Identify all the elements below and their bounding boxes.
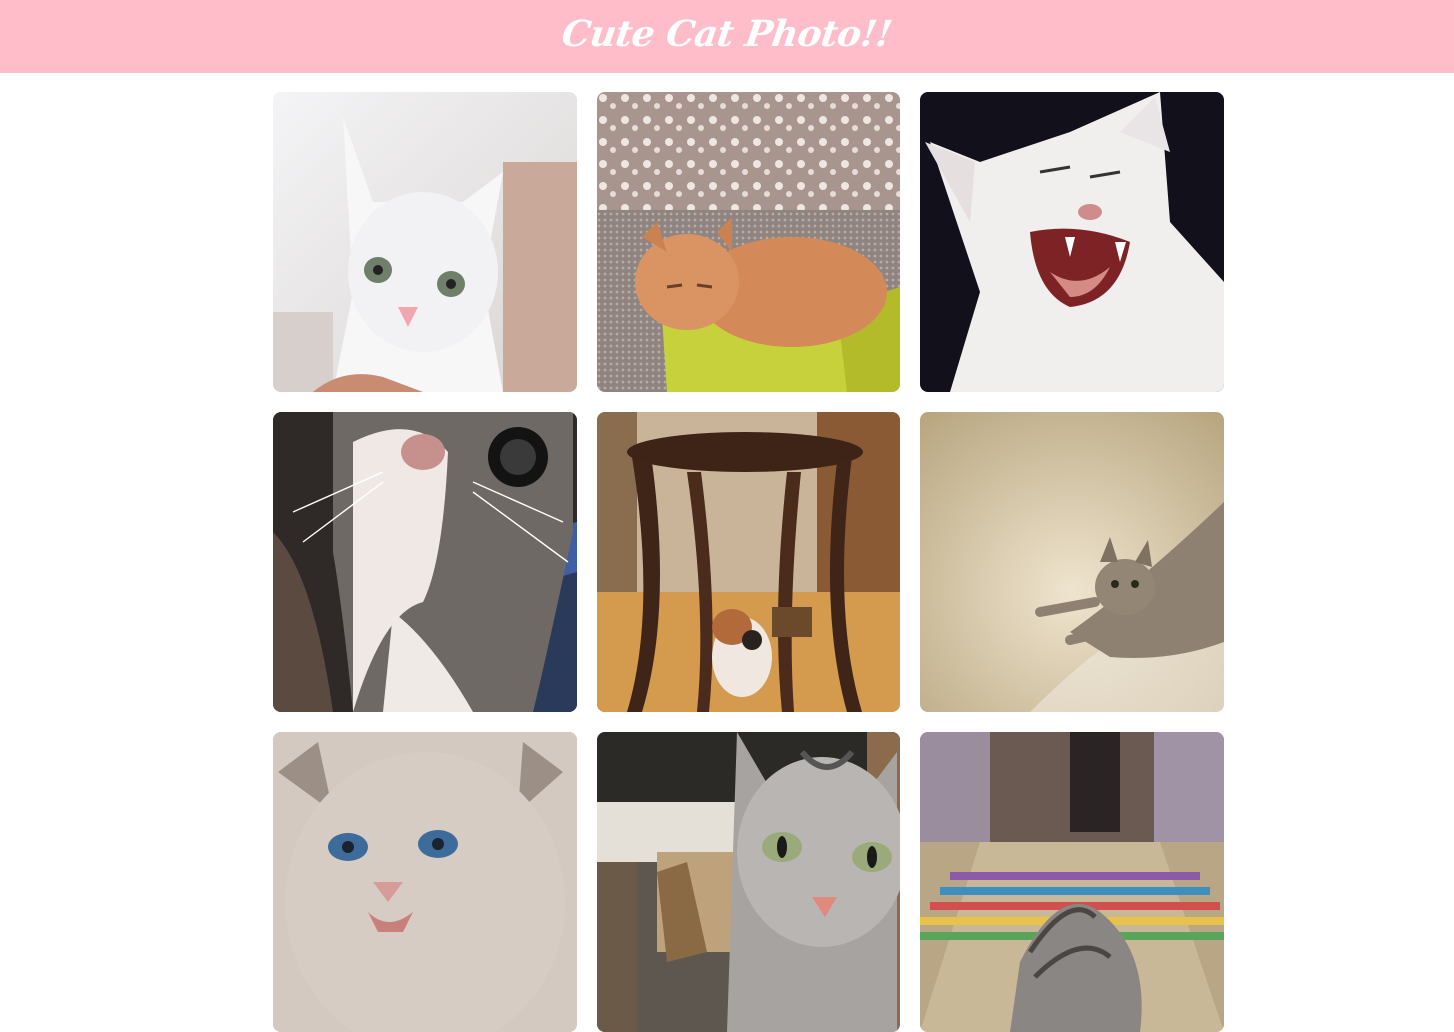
white-kitten-photo[interactable] (273, 92, 577, 392)
gray-cat-staring-photo[interactable] (597, 732, 900, 1032)
gray-cat-closeup-photo[interactable] (273, 412, 577, 712)
page-title: Cute Cat Photo!! (559, 12, 895, 55)
photo-grid (273, 92, 1224, 1032)
calico-under-stool-photo[interactable] (597, 412, 900, 712)
blue-eyed-kitten-photo[interactable] (273, 732, 577, 1032)
tabby-on-rug-photo[interactable] (920, 732, 1224, 1032)
page-header: Cute Cat Photo!! (0, 0, 1454, 73)
hissing-white-cat-photo[interactable] (920, 92, 1224, 392)
tabby-on-carpet-photo[interactable] (920, 412, 1224, 712)
orange-cat-in-box-photo[interactable] (597, 92, 900, 392)
